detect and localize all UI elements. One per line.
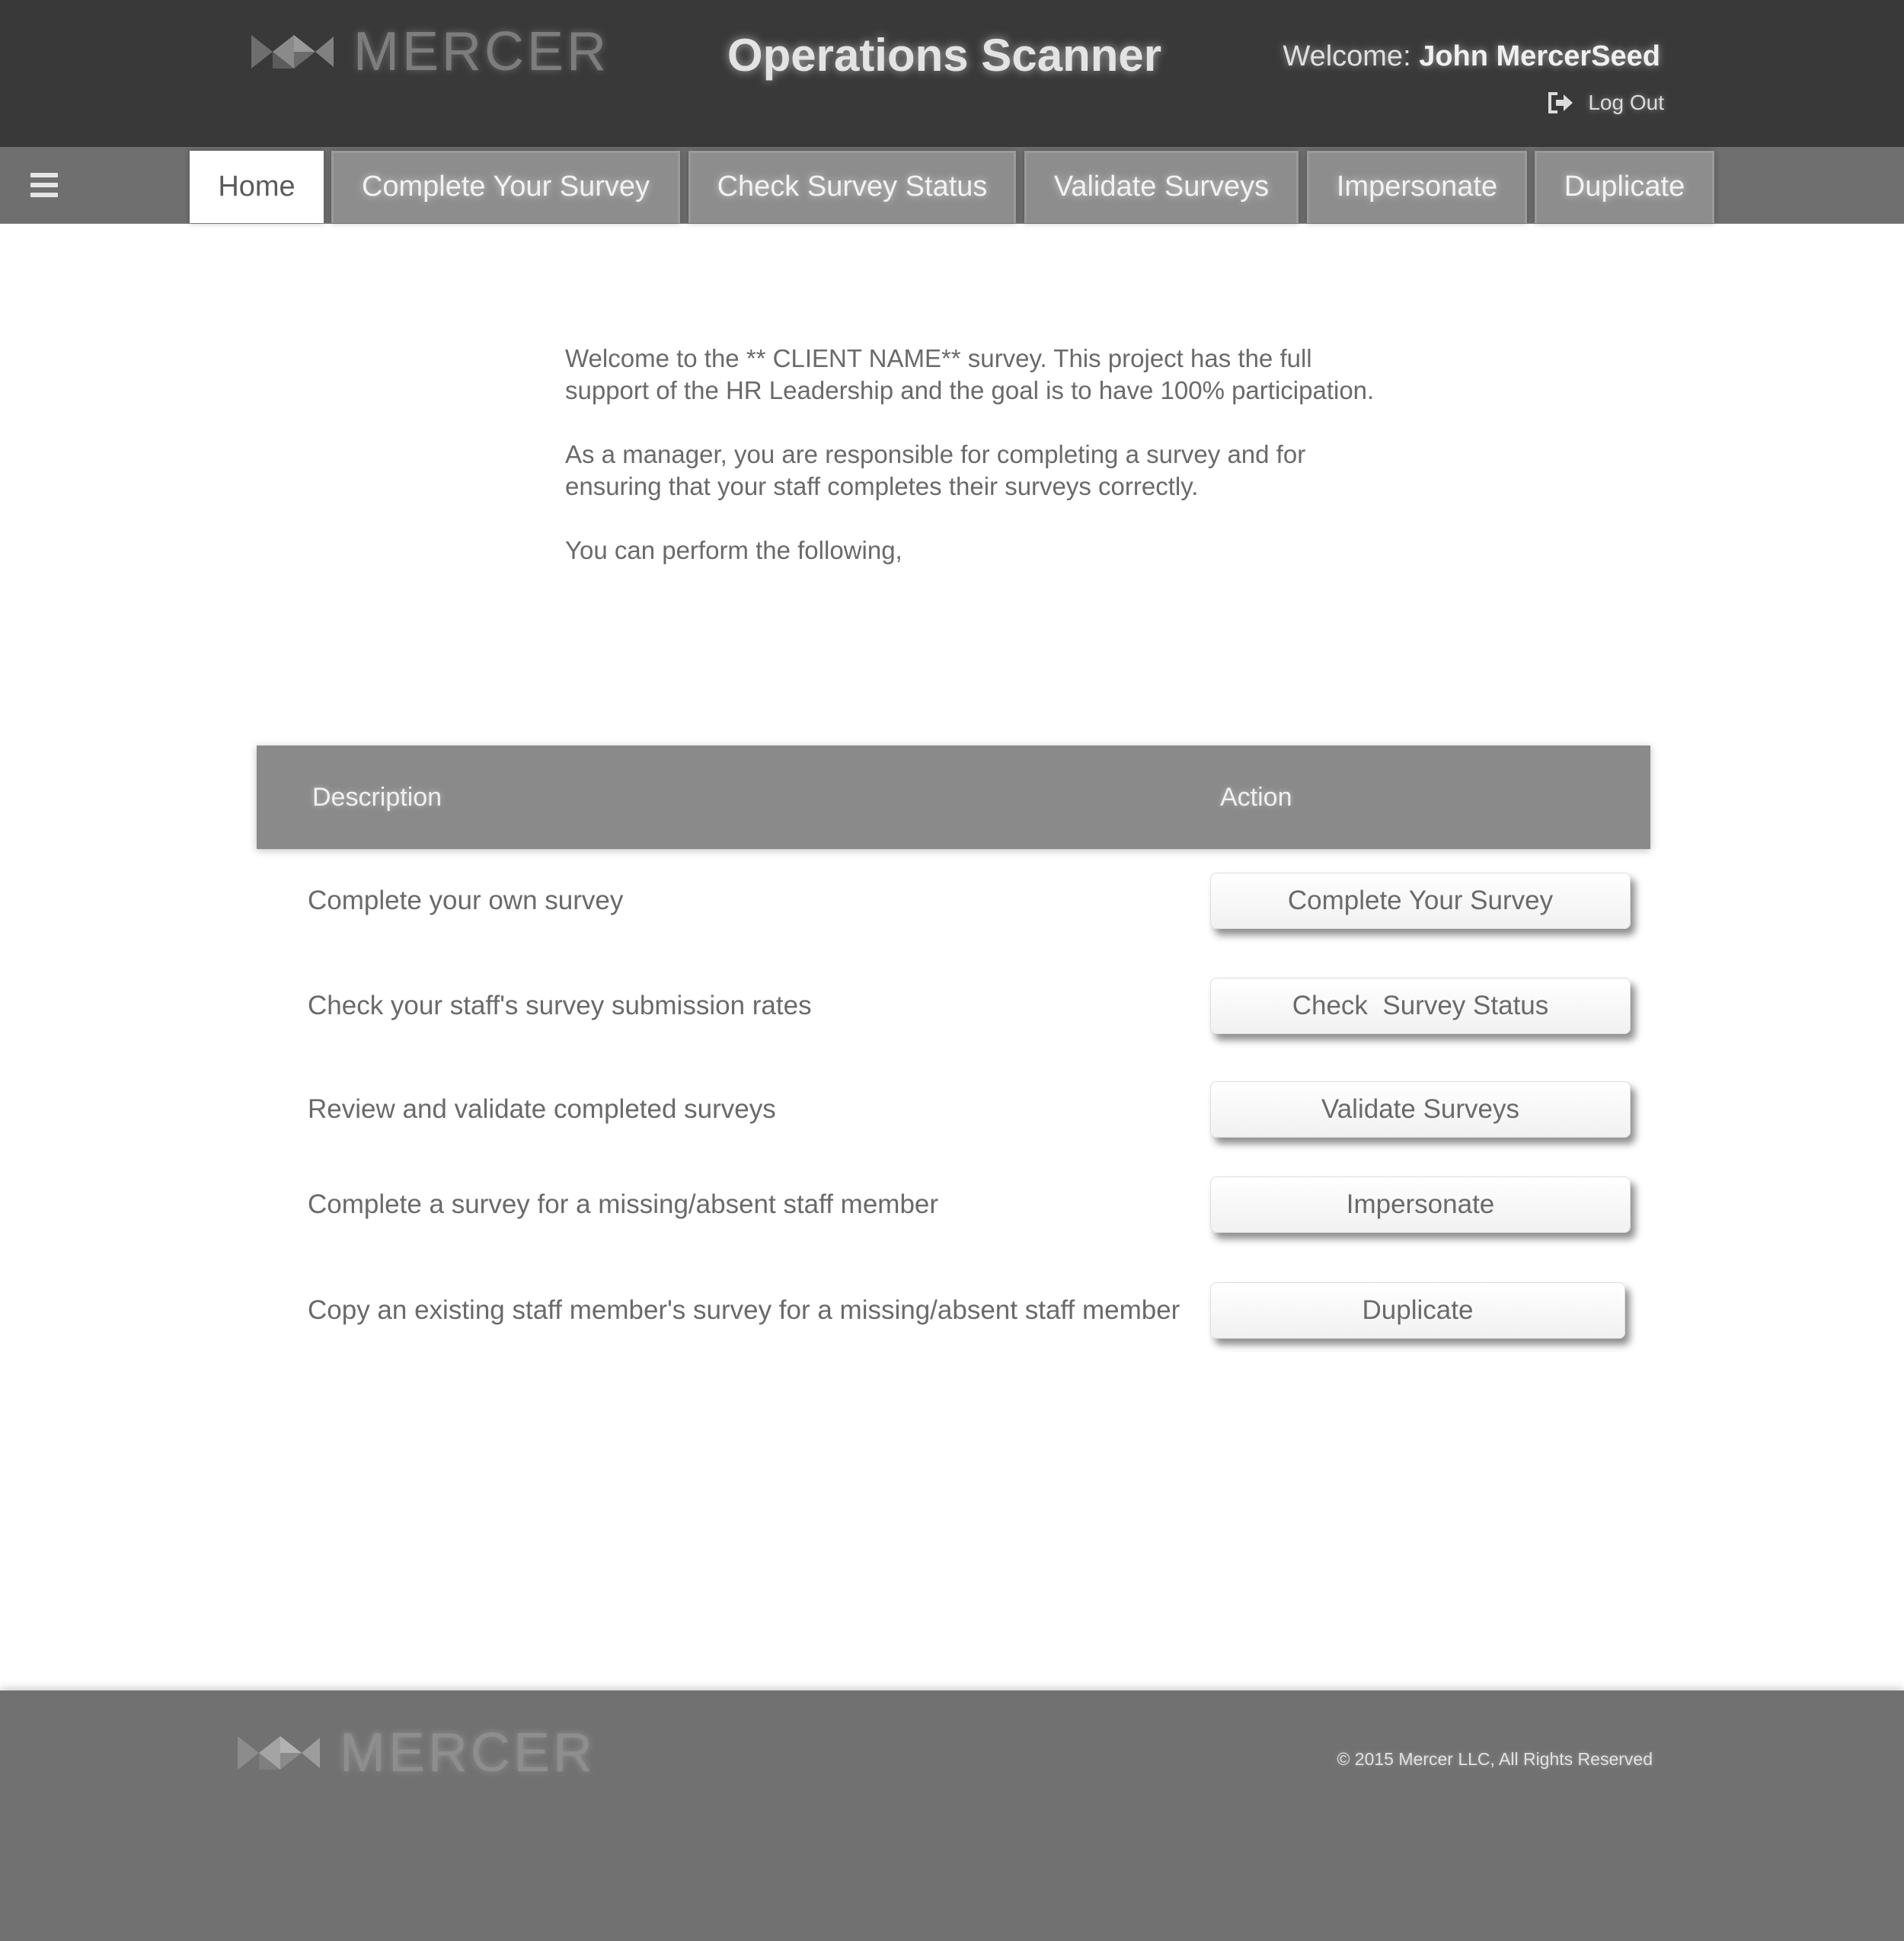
intro-paragraph: You can perform the following, (565, 536, 902, 564)
copyright-text: © 2015 Mercer LLC, All Rights Reserved (1337, 1749, 1653, 1769)
tab-check-survey-status[interactable]: Check Survey Status (688, 151, 1016, 223)
mercer-logo-icon (238, 1736, 320, 1770)
mercer-logo-icon (251, 35, 334, 69)
intro-text: Welcome to the ** CLIENT NAME** survey. … (565, 343, 1388, 599)
tab-validate-surveys[interactable]: Validate Surveys (1024, 151, 1299, 223)
user-name: John MercerSeed (1419, 40, 1660, 72)
tab-duplicate[interactable]: Duplicate (1535, 151, 1714, 223)
page-footer: MERCER © 2015 Mercer LLC, All Rights Res… (0, 1690, 1904, 1941)
hamburger-menu-icon[interactable] (30, 173, 58, 197)
impersonate-button[interactable]: Impersonate (1210, 1176, 1631, 1233)
tab-complete-your-survey[interactable]: Complete Your Survey (331, 151, 680, 223)
column-header-description: Description (312, 783, 442, 812)
app-title: Operations Scanner (727, 30, 1162, 81)
welcome-label: Welcome: (1283, 40, 1411, 72)
complete-your-survey-button[interactable]: Complete Your Survey (1210, 873, 1631, 929)
row-description: Review and validate completed surveys (308, 1094, 776, 1124)
column-header-action: Action (1220, 783, 1292, 812)
logout-link[interactable]: Log Out (1535, 84, 1664, 122)
duplicate-button[interactable]: Duplicate (1210, 1282, 1625, 1339)
validate-surveys-button[interactable]: Validate Surveys (1210, 1081, 1631, 1138)
intro-paragraph: As a manager, you are responsible for co… (565, 440, 1306, 500)
mercer-logo[interactable]: MERCER (251, 21, 609, 82)
check-survey-status-button[interactable]: Check Survey Status (1210, 978, 1631, 1034)
row-description: Check your staff's survey submission rat… (308, 991, 812, 1020)
intro-paragraph: Welcome to the ** CLIENT NAME** survey. … (565, 344, 1375, 404)
row-description: Complete your own survey (308, 886, 624, 915)
footer-mercer-logo: MERCER (238, 1722, 596, 1783)
main-nav: Home Complete Your Survey Check Survey S… (0, 147, 1904, 224)
logo-text: MERCER (340, 1722, 596, 1783)
row-description: Complete a survey for a missing/absent s… (308, 1189, 939, 1219)
logo-text: MERCER (353, 21, 610, 82)
table-header: Description Action (257, 745, 1650, 849)
app-header: MERCER Operations Scanner Welcome: John … (0, 0, 1904, 147)
tab-impersonate[interactable]: Impersonate (1307, 151, 1527, 223)
row-description: Copy an existing staff member's survey f… (308, 1295, 1180, 1325)
sign-out-icon (1548, 92, 1573, 113)
welcome-message: Welcome: John MercerSeed (1264, 35, 1660, 78)
logout-label: Log Out (1588, 91, 1664, 114)
tab-home[interactable]: Home (190, 151, 324, 223)
